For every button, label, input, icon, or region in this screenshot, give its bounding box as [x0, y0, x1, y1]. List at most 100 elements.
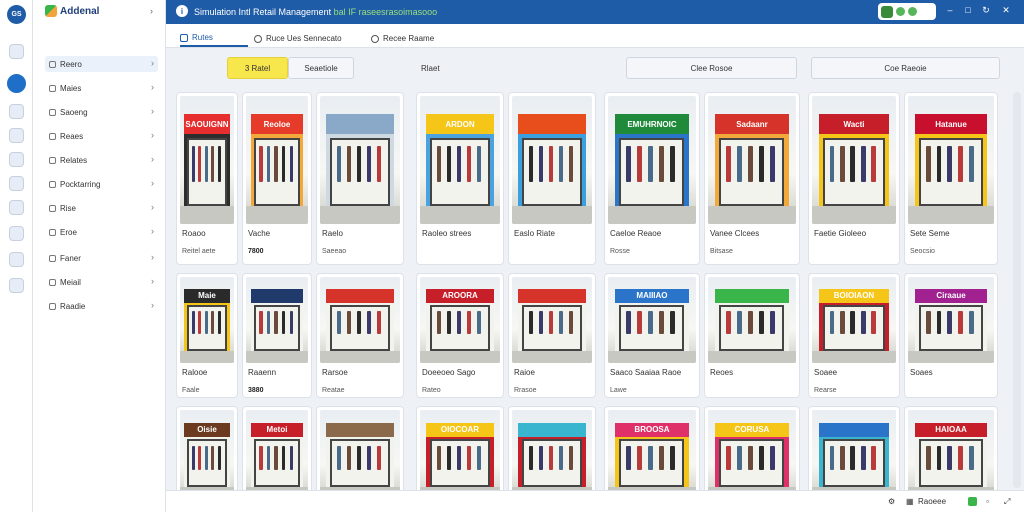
user-widget[interactable]: [878, 3, 936, 20]
store-tile[interactable]: Easlo Riate: [508, 92, 596, 265]
clothing-rack: [274, 445, 278, 470]
building-icon[interactable]: [9, 200, 24, 215]
status-dot-icon: [896, 7, 905, 16]
store-name: Vanee Clcees: [710, 229, 760, 238]
store-thumbnail: Hatanue: [908, 96, 994, 224]
clothing-rack: [289, 146, 293, 182]
chart-icon[interactable]: [9, 128, 24, 143]
maximize-icon[interactable]: □: [962, 5, 974, 15]
store-sign: MAIIIAO: [615, 289, 689, 303]
filter-button-seaetiole[interactable]: Seaetiole: [288, 57, 354, 79]
sidebar-item-0[interactable]: Reero ›: [45, 56, 158, 72]
store-tile[interactable]: Rarsoe Reatae: [316, 273, 404, 398]
clothing-rack: [871, 445, 877, 470]
chevron-right-icon[interactable]: ›: [150, 6, 153, 16]
pen-icon: [49, 204, 56, 212]
tab-label: Recee Raame: [383, 34, 435, 43]
store-tile[interactable]: Raioe Rrasoe: [508, 273, 596, 398]
action-button-coe[interactable]: Coe Raeoie: [811, 57, 1000, 79]
storefront: OIOCOAR: [426, 422, 494, 488]
expand-icon[interactable]: ⤢: [1004, 497, 1010, 507]
help-icon[interactable]: [9, 278, 24, 293]
store-name: Easlo Riate: [514, 229, 555, 238]
sidebar-item-label: Pocktarring: [60, 179, 101, 189]
chevron-right-icon: ›: [151, 130, 154, 140]
settings-icon[interactable]: [9, 252, 24, 267]
clothing-rack: [356, 311, 362, 335]
grid-icon[interactable]: ▦: [906, 497, 914, 506]
store-tile[interactable]: Reoloe Vache 7800: [242, 92, 312, 265]
title-highlight: bal IF: [333, 7, 357, 17]
brand[interactable]: Addenal: [45, 5, 99, 17]
clothing-rack: [968, 445, 974, 470]
camera-icon[interactable]: ⚙: [888, 497, 895, 506]
store-thumbnail: [512, 277, 592, 363]
store-tile[interactable]: Raaenn 3880: [242, 273, 312, 398]
store-tile[interactable]: BOIOIAON Soaee Rearse: [808, 273, 900, 398]
clothing-rack: [436, 146, 442, 182]
store-tile[interactable]: SAOUIGNN Roaoo Reitel aete: [176, 92, 238, 265]
sidebar-item-2[interactable]: Saoeng ›: [45, 104, 158, 120]
shop-icon[interactable]: [7, 74, 26, 93]
storefront: [715, 289, 789, 351]
sidebar-item-8[interactable]: Faner ›: [45, 250, 158, 266]
clothing-rack: [958, 146, 963, 182]
sidebar-item-10[interactable]: Raadie ›: [45, 298, 158, 314]
map-icon[interactable]: [9, 226, 24, 241]
pen-icon[interactable]: [9, 176, 24, 191]
storefront: [518, 422, 586, 488]
chevron-right-icon: ›: [151, 178, 154, 188]
sidebar-item-5[interactable]: Pocktarring ›: [45, 176, 158, 192]
home-icon[interactable]: [9, 44, 24, 59]
sidebar-item-1[interactable]: Maies ›: [45, 80, 158, 96]
storefront: Maie: [184, 289, 230, 351]
scrollbar[interactable]: [1013, 92, 1021, 488]
minimize-icon[interactable]: –: [944, 5, 956, 15]
store-tile[interactable]: Raelo Saeeao: [316, 92, 404, 265]
sidebar-item-label: Maies: [60, 83, 82, 93]
clothing-rack: [528, 311, 534, 335]
clothing-rack: [366, 146, 371, 182]
tab-ruce[interactable]: Ruce Ues Sennecato: [254, 30, 342, 47]
shop-window: [187, 305, 227, 351]
sidebar-item-9[interactable]: Meiail ›: [45, 274, 158, 290]
store-tile[interactable]: Hatanue Sete Seme Seocsio: [904, 92, 998, 265]
store-tile[interactable]: MAIIIAO Saaco Saaiaa Raoe Lawe: [604, 273, 700, 398]
store-thumbnail: Wacti: [812, 96, 896, 224]
money-icon: [49, 254, 56, 262]
bell-icon[interactable]: ▫: [986, 497, 989, 506]
store-tile[interactable]: ARDON Raoleo strees: [416, 92, 504, 265]
circle-icon: [371, 34, 379, 43]
store-sign: ARDON: [426, 113, 494, 135]
tab-rutes[interactable]: Rutes: [180, 30, 248, 47]
clothing-rack: [446, 146, 452, 182]
sidebar-item-4[interactable]: Relates ›: [45, 152, 158, 168]
store-tile[interactable]: Maie Ralooe Faale: [176, 273, 238, 398]
clothing-rack: [925, 146, 931, 182]
store-tile[interactable]: EMUHRNOIC Caeloe Reaoe Rosse: [604, 92, 700, 265]
sidebar-item-3[interactable]: Reaes ›: [45, 128, 158, 144]
shop-window: [430, 305, 490, 351]
clothing-rack: [936, 146, 942, 182]
action-button-clee[interactable]: Clee Rosoe: [626, 57, 797, 79]
clothing-rack: [568, 445, 573, 470]
app-logo-icon[interactable]: GS: [7, 5, 26, 24]
store-tile[interactable]: Sadaanr Vanee Clcees Bitsase: [704, 92, 800, 265]
refresh-icon[interactable]: ↻: [980, 5, 992, 16]
close-icon[interactable]: ✕: [1000, 5, 1012, 16]
tab-recee[interactable]: Recee Raame: [371, 30, 434, 47]
store-sign: [518, 113, 586, 135]
store-tile[interactable]: Reoes: [704, 273, 800, 398]
filter-button-ratel[interactable]: 3 Ratel: [227, 57, 288, 79]
clothing-rack: [446, 445, 452, 470]
sidebar-item-6[interactable]: Rise ›: [45, 200, 158, 216]
store-tile[interactable]: Ciraaue Soaes: [904, 273, 998, 398]
clothing-rack: [476, 445, 481, 470]
title-tail: raseesrasoimasooo: [358, 7, 438, 17]
store-tile[interactable]: AROORA Doeeoeo Sago Rateo: [416, 273, 504, 398]
sidebar-item-7[interactable]: Eroe ›: [45, 224, 158, 240]
document-icon[interactable]: [9, 152, 24, 167]
info-icon[interactable]: [9, 104, 24, 119]
store-tile[interactable]: Wacti Faetie Gioleeo: [808, 92, 900, 265]
store-sign: CORUSA: [715, 422, 789, 437]
